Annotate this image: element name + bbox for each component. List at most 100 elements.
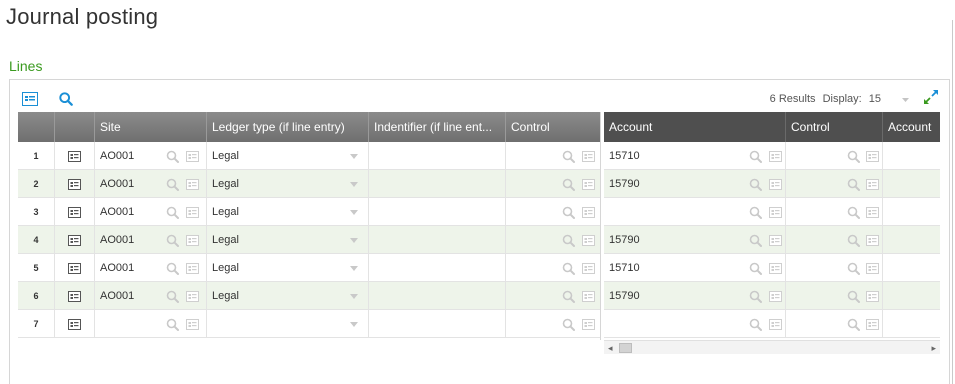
control-cell[interactable]: [506, 170, 600, 198]
selection-icon[interactable]: [866, 178, 879, 191]
horizontal-scrollbar[interactable]: ◂ ▸: [604, 340, 940, 354]
chevron-down-icon[interactable]: [350, 210, 358, 215]
search-icon[interactable]: [749, 318, 762, 331]
column-header-account[interactable]: Account: [604, 112, 786, 142]
selection-icon[interactable]: [769, 290, 782, 303]
selection-icon[interactable]: [582, 178, 595, 191]
search-icon[interactable]: [749, 234, 762, 247]
site-cell[interactable]: AO001: [95, 170, 207, 198]
table-row[interactable]: 3 AO001 Legal: [18, 198, 600, 226]
search-icon[interactable]: [749, 290, 762, 303]
chevron-down-icon[interactable]: [350, 182, 358, 187]
search-icon[interactable]: [166, 234, 179, 247]
search-icon[interactable]: [749, 206, 762, 219]
table-row[interactable]: 4 AO001 Legal: [18, 226, 600, 254]
account-cell[interactable]: [604, 310, 786, 338]
search-icon[interactable]: [562, 318, 575, 331]
search-icon[interactable]: [166, 318, 179, 331]
search-icon[interactable]: [166, 150, 179, 163]
chevron-down-icon[interactable]: [350, 266, 358, 271]
search-icon[interactable]: [58, 92, 74, 106]
selection-icon[interactable]: [186, 150, 199, 163]
table-row[interactable]: 1 AO001 Legal: [18, 142, 600, 170]
site-cell[interactable]: AO001: [95, 282, 207, 310]
search-icon[interactable]: [847, 318, 860, 331]
control-cell-2[interactable]: [786, 170, 883, 198]
table-row[interactable]: 2 AO001 Legal: [18, 170, 600, 198]
column-header-control[interactable]: Control: [506, 112, 600, 142]
identifier-cell[interactable]: [369, 198, 506, 226]
column-header-site[interactable]: Site: [95, 112, 207, 142]
identifier-cell[interactable]: [369, 282, 506, 310]
selection-icon[interactable]: [582, 234, 595, 247]
row-detail-cell[interactable]: [55, 310, 95, 338]
table-row[interactable]: [604, 310, 940, 338]
control-cell[interactable]: [506, 254, 600, 282]
account-cell[interactable]: [604, 198, 786, 226]
search-icon[interactable]: [166, 206, 179, 219]
identifier-cell[interactable]: [369, 254, 506, 282]
search-icon[interactable]: [847, 234, 860, 247]
search-icon[interactable]: [847, 206, 860, 219]
row-detail-icon[interactable]: [68, 318, 81, 331]
search-icon[interactable]: [562, 178, 575, 191]
selection-icon[interactable]: [866, 150, 879, 163]
site-cell[interactable]: AO001: [95, 254, 207, 282]
table-row[interactable]: 15790: [604, 282, 940, 310]
account-cell-2[interactable]: [883, 198, 940, 226]
selection-icon[interactable]: [769, 150, 782, 163]
site-cell[interactable]: AO001: [95, 198, 207, 226]
control-cell-2[interactable]: [786, 226, 883, 254]
selection-icon[interactable]: [582, 262, 595, 275]
control-cell[interactable]: [506, 226, 600, 254]
row-detail-icon[interactable]: [68, 290, 81, 303]
account-cell[interactable]: 15710: [604, 142, 786, 170]
row-detail-icon[interactable]: [68, 178, 81, 191]
account-cell[interactable]: 15790: [604, 226, 786, 254]
column-header-identifier[interactable]: Indentifier (if line ent...: [369, 112, 506, 142]
row-detail-cell[interactable]: [55, 198, 95, 226]
search-icon[interactable]: [847, 178, 860, 191]
control-cell-2[interactable]: [786, 254, 883, 282]
table-row[interactable]: 15790: [604, 226, 940, 254]
ledger-type-cell[interactable]: Legal: [207, 170, 369, 198]
control-cell[interactable]: [506, 282, 600, 310]
search-icon[interactable]: [847, 262, 860, 275]
selection-icon[interactable]: [769, 318, 782, 331]
account-cell[interactable]: 15790: [604, 170, 786, 198]
row-detail-cell[interactable]: [55, 254, 95, 282]
search-icon[interactable]: [562, 290, 575, 303]
ledger-type-cell[interactable]: Legal: [207, 142, 369, 170]
table-row[interactable]: 5 AO001 Legal: [18, 254, 600, 282]
selection-icon[interactable]: [186, 262, 199, 275]
selection-icon[interactable]: [582, 206, 595, 219]
account-cell-2[interactable]: [883, 170, 940, 198]
control-cell[interactable]: [506, 310, 600, 338]
table-row[interactable]: 6 AO001 Legal: [18, 282, 600, 310]
site-cell[interactable]: [95, 310, 207, 338]
table-row[interactable]: 15710: [604, 254, 940, 282]
site-cell[interactable]: AO001: [95, 226, 207, 254]
selection-icon[interactable]: [866, 234, 879, 247]
account-cell-2[interactable]: [883, 142, 940, 170]
column-header-ledger-type[interactable]: Ledger type (if line entry): [207, 112, 369, 142]
selection-icon[interactable]: [186, 178, 199, 191]
search-icon[interactable]: [562, 206, 575, 219]
account-cell[interactable]: 15790: [604, 282, 786, 310]
selection-icon[interactable]: [769, 234, 782, 247]
selection-icon[interactable]: [186, 290, 199, 303]
selection-icon[interactable]: [769, 178, 782, 191]
search-icon[interactable]: [562, 150, 575, 163]
control-cell-2[interactable]: [786, 198, 883, 226]
expand-icon[interactable]: [923, 89, 939, 105]
selection-icon[interactable]: [186, 318, 199, 331]
selection-icon[interactable]: [866, 262, 879, 275]
selection-icon[interactable]: [866, 290, 879, 303]
control-cell-2[interactable]: [786, 142, 883, 170]
account-cell-2[interactable]: [883, 282, 940, 310]
control-cell[interactable]: [506, 198, 600, 226]
site-cell[interactable]: AO001: [95, 142, 207, 170]
selection-icon[interactable]: [582, 150, 595, 163]
search-icon[interactable]: [166, 290, 179, 303]
column-header-account-2[interactable]: Account: [883, 112, 940, 142]
